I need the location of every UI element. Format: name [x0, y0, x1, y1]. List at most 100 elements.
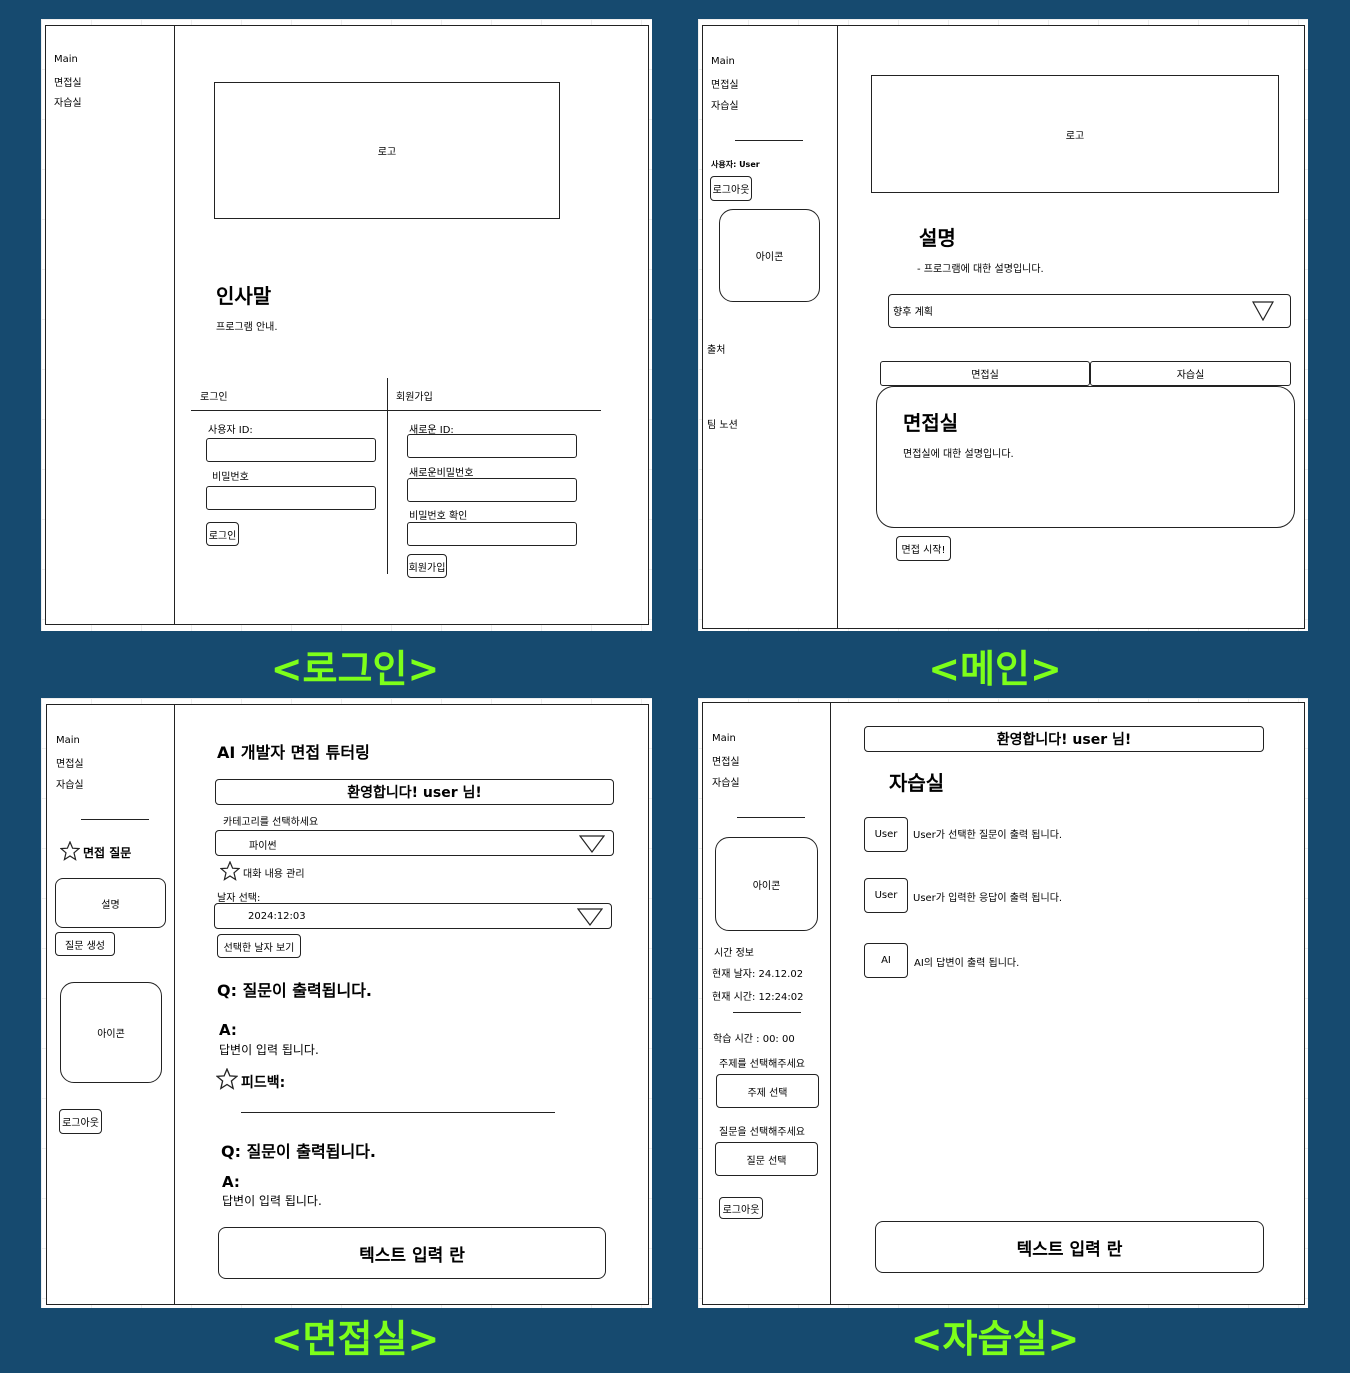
star-icon	[216, 1068, 238, 1090]
password-label: 비밀번호	[212, 472, 249, 483]
tab-study[interactable]: 자습실	[1090, 361, 1291, 386]
dropdown-value: 향후 계획	[893, 307, 933, 318]
main-frame: Main 면접실 자습실 사용자: User 로그아웃 아이콘 출처 팀 노션 …	[702, 25, 1305, 629]
q-text: : 질문이 출력됩니다.	[230, 981, 372, 1000]
nav-main[interactable]: Main	[712, 733, 736, 744]
star-icon	[60, 841, 80, 861]
welcome-banner: 환영합니다! user 님!	[864, 726, 1264, 752]
form-divider	[387, 378, 388, 574]
ai-avatar: AI	[864, 943, 908, 978]
nav-interview[interactable]: 면접실	[56, 755, 84, 770]
login-tab[interactable]: 로그인	[200, 388, 228, 403]
desc-title: 설명	[919, 226, 956, 250]
signup-tab[interactable]: 회원가입	[396, 388, 433, 403]
category-label: 카테고리를 선택하세요	[223, 817, 319, 828]
signup-button[interactable]: 회원가입	[407, 554, 447, 578]
user-id-label: 사용자 ID:	[208, 425, 253, 436]
nav-interview[interactable]: 면접실	[712, 753, 740, 768]
chat-manage-label: 대화 내용 관리	[243, 869, 305, 880]
icon-box: 아이콘	[715, 837, 818, 931]
logo-box: 로고	[871, 75, 1279, 193]
user-id-input[interactable]	[206, 438, 376, 462]
message-text: AI의 답변이 출력 됩니다.	[914, 958, 1020, 969]
answer-2-text: 답변이 입력 됩니다.	[222, 1194, 322, 1208]
logout-button[interactable]: 로그아웃	[719, 1197, 763, 1219]
user-label: 사용자: User	[711, 160, 760, 169]
view-date-button[interactable]: 선택한 날자 보기	[217, 934, 301, 958]
interview-card: 면접실 면접실에 대한 설명입니다.	[876, 386, 1295, 528]
study-caption: <자습실>	[910, 1317, 1080, 1361]
sidebar-divider	[737, 817, 805, 818]
icon-box: 아이콘	[60, 982, 162, 1083]
logo-box: 로고	[214, 82, 560, 219]
interview-frame: Main 면접실 자습실 면접 질문 설명 질문 생성 아이콘 로그아웃 AI …	[46, 704, 649, 1305]
category-dropdown[interactable]: 파이썬	[215, 830, 614, 856]
page-title: AI 개발자 면접 튜터링	[217, 743, 370, 762]
login-frame: Main 면접실 자습실 로고 인사말 프로그램 안내. 로그인 회원가입 사용…	[45, 25, 649, 625]
generate-question-button[interactable]: 질문 생성	[55, 932, 115, 956]
chevron-down-icon	[579, 835, 605, 853]
question-section-label: 면접 질문	[83, 846, 132, 860]
password-input[interactable]	[206, 486, 376, 510]
date-dropdown[interactable]: 2024:12:03	[214, 903, 612, 929]
text-input[interactable]: 텍스트 입력 란	[218, 1227, 606, 1279]
logout-button[interactable]: 로그아웃	[710, 176, 752, 201]
study-frame: Main 면접실 자습실 아이콘 시간 정보 현재 날자: 24.12.02 현…	[702, 702, 1305, 1305]
nav-interview[interactable]: 면접실	[711, 76, 739, 91]
question-select-button[interactable]: 질문 선택	[715, 1142, 818, 1176]
login-button[interactable]: 로그인	[206, 522, 239, 546]
interview-sidebar: Main 면접실 자습실 면접 질문 설명 질문 생성 아이콘 로그아웃	[47, 705, 175, 1304]
desc-button[interactable]: 설명	[55, 878, 166, 928]
study-time: 학습 시간 : 00: 00	[713, 1034, 795, 1045]
text-input[interactable]: 텍스트 입력 란	[875, 1221, 1264, 1273]
nav-interview[interactable]: 면접실	[54, 74, 82, 89]
current-time: 현재 시간: 12:24:02	[712, 992, 804, 1003]
current-date: 현재 날자: 24.12.02	[712, 969, 804, 980]
welcome-banner: 환영합니다! user 님!	[215, 779, 614, 805]
interview-panel: Main 면접실 자습실 면접 질문 설명 질문 생성 아이콘 로그아웃 AI …	[41, 698, 652, 1308]
nav-study[interactable]: 자습실	[712, 774, 740, 789]
desc-text: - 프로그램에 대한 설명입니다.	[917, 264, 1044, 275]
question-2: Q: 질문이 출력됩니다.	[221, 1138, 376, 1162]
nav-study[interactable]: 자습실	[54, 94, 82, 109]
start-interview-button[interactable]: 면접 시작!	[896, 536, 951, 561]
greeting-text: 프로그램 안내.	[216, 322, 278, 333]
nav-main[interactable]: Main	[711, 56, 735, 67]
date-value: 2024:12:03	[248, 911, 306, 922]
tab-divider	[191, 410, 601, 411]
topic-select-button[interactable]: 주제 선택	[716, 1074, 819, 1108]
login-panel: Main 면접실 자습실 로고 인사말 프로그램 안내. 로그인 회원가입 사용…	[41, 19, 652, 631]
new-id-input[interactable]	[407, 434, 577, 458]
login-sidebar: Main 면접실 자습실	[46, 26, 175, 624]
nav-study[interactable]: 자습실	[711, 97, 739, 112]
nav-main[interactable]: Main	[56, 735, 80, 746]
answer-2-label: A:	[222, 1173, 240, 1191]
team-notion-link[interactable]: 팀 노션	[707, 416, 738, 431]
card-text: 면접실에 대한 설명입니다.	[903, 449, 1014, 460]
source-link[interactable]: 출처	[707, 341, 725, 356]
main-panel: Main 면접실 자습실 사용자: User 로그아웃 아이콘 출처 팀 노션 …	[698, 19, 1308, 631]
main-caption: <메인>	[928, 647, 1062, 691]
question-prompt: 질문을 선택해주세요	[719, 1127, 805, 1138]
question-1: Q: 질문이 출력됩니다.	[217, 977, 372, 1001]
date-label: 날자 선택:	[217, 893, 261, 904]
sidebar-divider	[81, 819, 149, 820]
nav-study[interactable]: 자습실	[56, 776, 84, 791]
star-icon	[220, 861, 240, 881]
chevron-down-icon	[1252, 301, 1274, 321]
chevron-down-icon	[577, 908, 603, 926]
plan-dropdown[interactable]: 향후 계획	[888, 294, 1291, 328]
password-confirm-input[interactable]	[407, 522, 577, 546]
logout-button[interactable]: 로그아웃	[59, 1109, 102, 1134]
tab-interview[interactable]: 면접실	[880, 361, 1090, 386]
time-info-label: 시간 정보	[714, 948, 754, 959]
q-label: Q	[221, 1142, 235, 1161]
new-password-input[interactable]	[407, 478, 577, 502]
nav-main[interactable]: Main	[54, 54, 78, 65]
feedback-label: 피드백:	[241, 1075, 286, 1091]
new-password-label: 새로운비밀번호	[409, 468, 474, 479]
study-sidebar: Main 면접실 자습실 아이콘 시간 정보 현재 날자: 24.12.02 현…	[703, 703, 831, 1304]
interview-caption: <면접실>	[270, 1317, 440, 1361]
card-title: 면접실	[903, 411, 959, 435]
answer-1-label: A:	[219, 1021, 237, 1039]
